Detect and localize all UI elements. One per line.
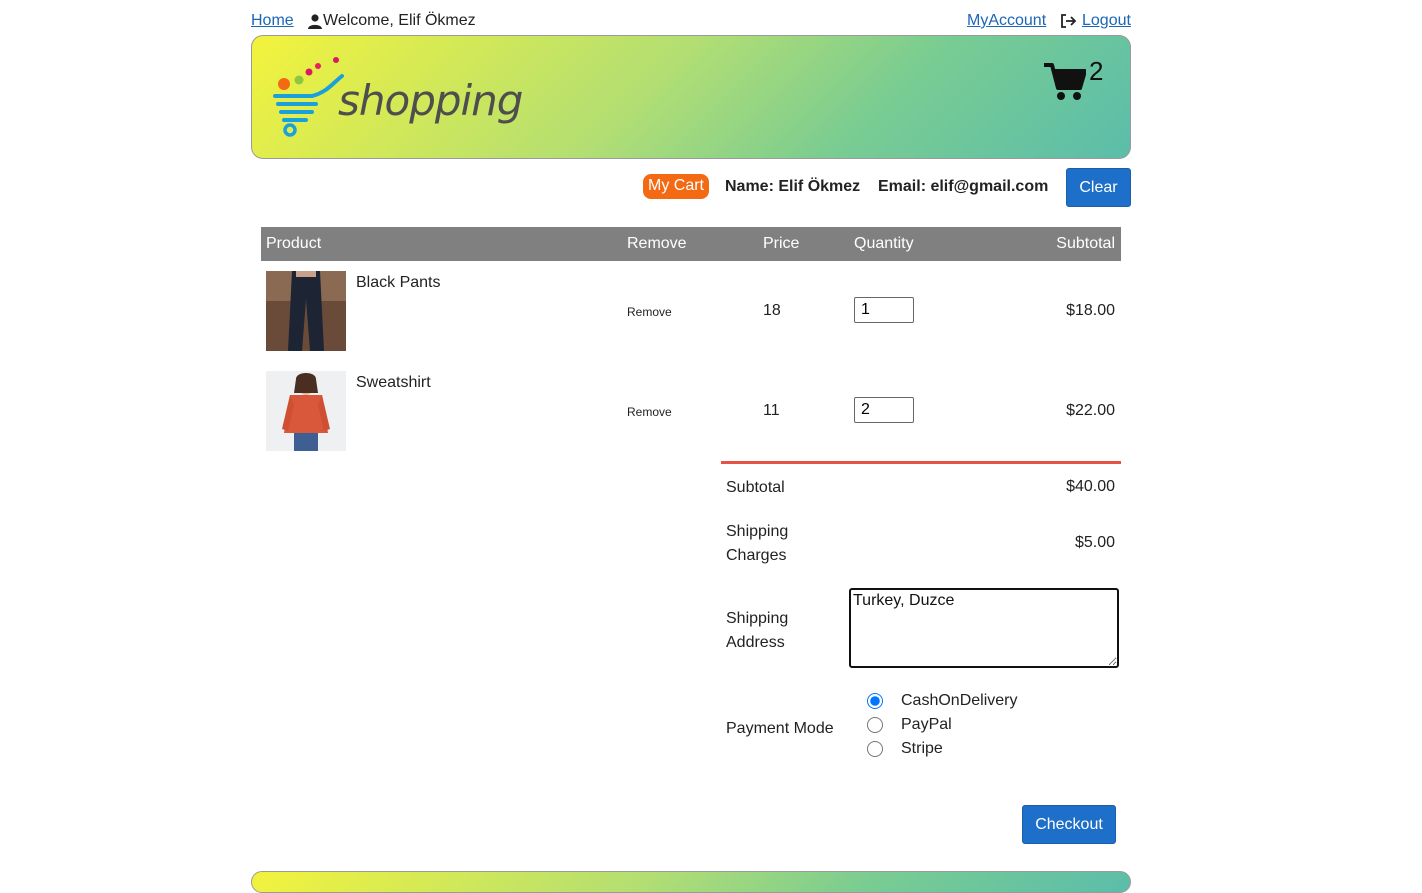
row-subtotal: $18.00 <box>1066 302 1115 319</box>
checkout-button[interactable]: Checkout <box>1022 805 1116 844</box>
payment-option-label: PayPal <box>901 716 952 733</box>
footer-banner <box>251 871 1131 893</box>
payment-radio-paypal[interactable] <box>867 717 883 733</box>
shipping-charges-label-line1: Shipping <box>726 523 789 540</box>
home-link[interactable]: Home <box>251 12 294 30</box>
welcome-message: Welcome, Elif Ökmez <box>308 12 476 30</box>
page: Home Welcome, Elif Ökmez MyAccount Logou… <box>251 0 1131 844</box>
cart-table: Product Remove Price Quantity Subtotal B… <box>261 227 1121 461</box>
product-price: 18 <box>763 302 781 319</box>
remove-link[interactable]: Remove <box>627 305 672 319</box>
header-remove: Remove <box>627 235 687 252</box>
table-header: Product Remove Price Quantity Subtotal <box>261 227 1121 261</box>
shipping-charges-label: Shipping Charges <box>726 520 788 568</box>
payment-option-label: CashOnDelivery <box>901 692 1018 709</box>
header-banner: shopping 2 <box>251 35 1131 159</box>
order-summary: Subtotal $40.00 Shipping Charges $5.00 S… <box>721 461 1121 844</box>
black-pants-image[interactable] <box>266 271 346 351</box>
customer-name: Name: Elif Ökmez <box>725 178 861 195</box>
welcome-text: Welcome, Elif Ökmez <box>323 12 476 29</box>
product-name[interactable]: Black Pants <box>356 274 440 292</box>
logout-link[interactable]: Logout <box>1082 12 1131 30</box>
row-subtotal: $22.00 <box>1066 402 1115 419</box>
header-subtotal: Subtotal <box>1056 235 1115 252</box>
sweatshirt-image[interactable] <box>266 371 346 451</box>
header-quantity: Quantity <box>854 235 914 252</box>
user-icon <box>308 13 322 29</box>
clear-cart-button[interactable]: Clear <box>1066 168 1131 207</box>
cart-icon[interactable] <box>1044 62 1086 102</box>
payment-mode-label: Payment Mode <box>726 720 834 737</box>
shipping-charges-value: $5.00 <box>1074 534 1115 551</box>
shipping-charges-label-line2: Charges <box>726 547 787 564</box>
quantity-input[interactable] <box>854 397 914 423</box>
quantity-input[interactable] <box>854 297 914 323</box>
shipping-address-label-line1: Shipping <box>726 610 789 627</box>
payment-option-cod[interactable]: CashOnDelivery <box>867 692 1017 710</box>
cart-count-badge: 2 <box>1089 56 1104 86</box>
customer-email: Email: elif@gmail.com <box>878 178 1049 195</box>
logout-icon <box>1061 14 1077 28</box>
header-product: Product <box>266 235 322 252</box>
payment-option-label: Stripe <box>901 740 943 757</box>
product-price: 11 <box>763 402 780 419</box>
shipping-address-label-line2: Address <box>726 634 785 651</box>
subtotal-value: $40.00 <box>1066 478 1115 495</box>
table-row: Sweatshirt Remove 11 $22.00 <box>261 361 1121 461</box>
my-account-link[interactable]: MyAccount <box>967 12 1046 30</box>
header-price: Price <box>763 235 800 252</box>
payment-radio-cod[interactable] <box>867 693 883 709</box>
logout-group[interactable]: Logout <box>1060 12 1131 30</box>
subtotal-label: Subtotal <box>726 479 785 496</box>
remove-link[interactable]: Remove <box>627 405 672 419</box>
payment-radio-stripe[interactable] <box>867 741 883 757</box>
top-nav: Home Welcome, Elif Ökmez MyAccount Logou… <box>251 0 1131 36</box>
payment-option-stripe[interactable]: Stripe <box>867 740 943 758</box>
shipping-address-label: Shipping Address <box>726 607 788 655</box>
product-name[interactable]: Sweatshirt <box>356 374 431 392</box>
logo-text: shopping <box>338 76 523 125</box>
shipping-address-input[interactable]: Turkey, Duzce <box>849 588 1119 668</box>
my-cart-badge: My Cart <box>643 174 709 199</box>
payment-option-paypal[interactable]: PayPal <box>867 716 952 734</box>
table-row: Black Pants Remove 18 $18.00 <box>261 261 1121 361</box>
